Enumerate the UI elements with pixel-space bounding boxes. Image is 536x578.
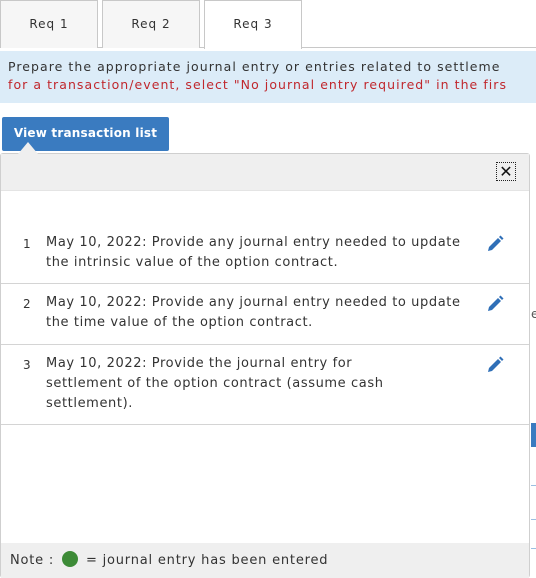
popup-caret (18, 142, 38, 154)
edit-pencil-icon[interactable] (485, 355, 505, 375)
background-blue-cell (531, 423, 536, 447)
instruction-line-1: Prepare the appropriate journal entry or… (8, 59, 501, 74)
tab-req-2[interactable]: Req 2 (102, 0, 200, 48)
entered-status-dot-icon (62, 551, 79, 567)
note-prefix: Note : (10, 553, 55, 568)
tab-req-1[interactable]: Req 1 (0, 0, 98, 48)
instruction-line-2: for a transaction/event, select "No jour… (8, 77, 508, 92)
transaction-item-1: 1 May 10, 2022: Provide any journal entr… (1, 222, 529, 284)
transaction-text: May 10, 2022: Provide the journal entry … (46, 356, 384, 411)
close-icon: ✕ (499, 162, 513, 181)
instruction-banner: Prepare the appropriate journal entry or… (0, 51, 536, 103)
transaction-item-2: 2 May 10, 2022: Provide any journal entr… (1, 284, 529, 345)
edit-pencil-icon[interactable] (485, 234, 505, 254)
transaction-number: 1 (23, 237, 31, 251)
background-row-line (531, 548, 536, 549)
close-button[interactable]: ✕ (496, 162, 516, 181)
transaction-number: 2 (23, 297, 31, 311)
legend-note: Note : = journal entry has been entered (1, 543, 529, 578)
transaction-list-popup: ✕ 1 May 10, 2022: Provide any journal en… (0, 153, 530, 578)
background-partial-text: e (531, 307, 536, 321)
note-suffix: = journal entry has been entered (85, 553, 329, 568)
popup-header: ✕ (1, 154, 529, 191)
tab-req-3[interactable]: Req 3 (204, 0, 302, 49)
transaction-text: May 10, 2022: Provide any journal entry … (46, 295, 461, 330)
transaction-item-3: 3 May 10, 2022: Provide the journal entr… (1, 345, 529, 425)
transaction-number: 3 (23, 358, 31, 372)
tab-bar: Req 1 Req 2 Req 3 (0, 0, 536, 49)
edit-pencil-icon[interactable] (485, 294, 505, 314)
background-row-line (531, 485, 536, 486)
background-row-line (531, 519, 536, 520)
transaction-text: May 10, 2022: Provide any journal entry … (46, 235, 461, 270)
